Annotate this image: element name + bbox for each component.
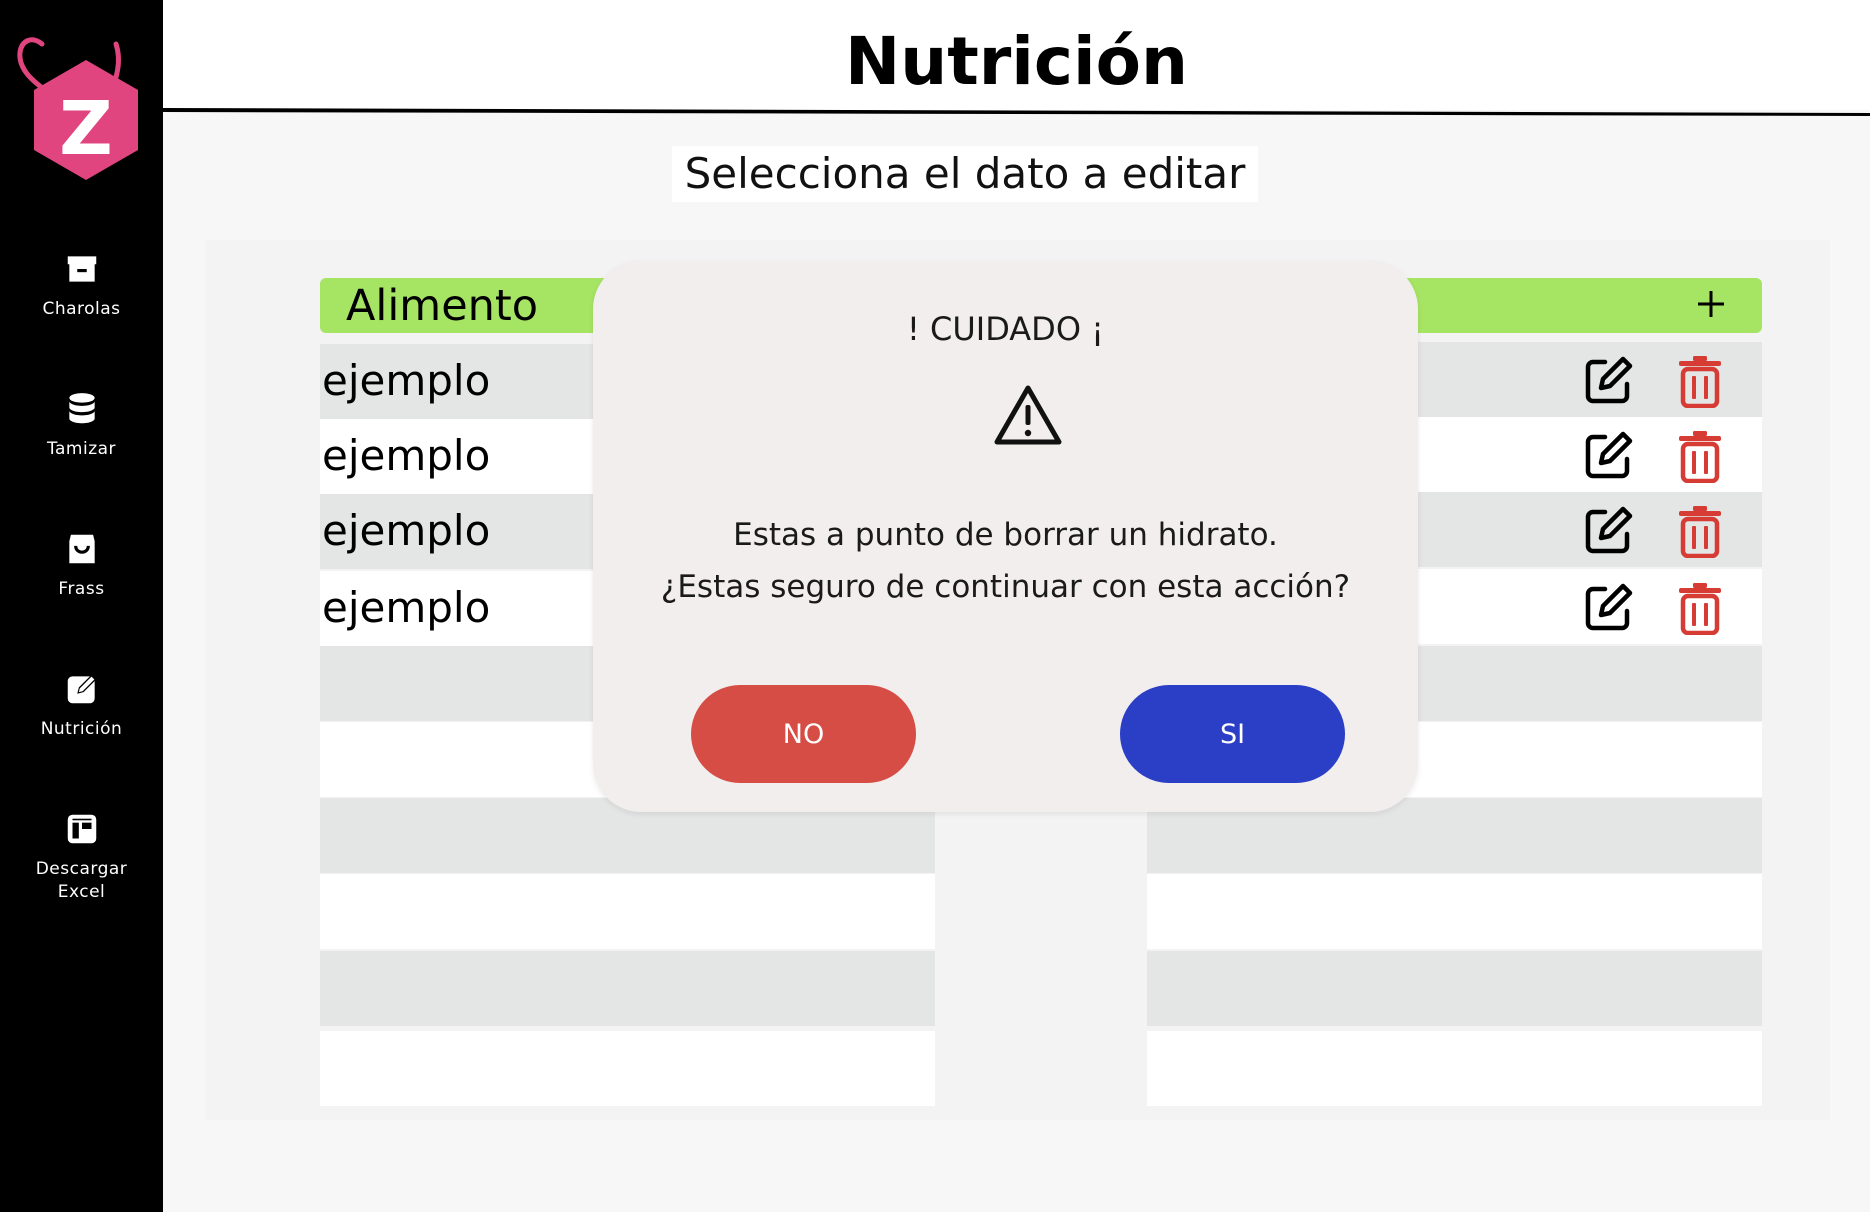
trash-icon[interactable] — [1677, 581, 1723, 635]
sidebar-item-label: Nutrición — [40, 719, 123, 739]
confirm-delete-dialog: ! CUIDADO ¡ Estas a punto de borrar un h… — [593, 261, 1418, 812]
logo-letter: Z — [59, 86, 113, 172]
dialog-message: Estas a punto de borrar un hidrato. ¿Est… — [593, 509, 1418, 613]
add-icon[interactable] — [1694, 287, 1728, 321]
table-row[interactable] — [1147, 1031, 1762, 1106]
sidebar-item-label: Frass — [58, 579, 105, 599]
table-cell: ejemplo — [322, 356, 491, 405]
table-cell: ejemplo — [322, 583, 491, 632]
sidebar-item-label: Descargar Excel — [35, 859, 128, 902]
sidebar-item-descargar-excel[interactable]: Descargar Excel — [0, 810, 163, 904]
sidebar-item-nutricion[interactable]: Nutrición — [0, 670, 163, 741]
app-logo[interactable]: Z — [12, 22, 142, 187]
table-row[interactable] — [320, 951, 935, 1026]
archive-icon — [67, 256, 96, 282]
page-title: Nutrición — [163, 22, 1870, 108]
no-button[interactable]: NO — [691, 685, 916, 783]
edit-icon[interactable] — [1583, 504, 1635, 556]
table-header-label: Alimento — [346, 281, 539, 331]
edit-icon[interactable] — [1583, 581, 1635, 633]
yes-button[interactable]: SI — [1120, 685, 1345, 783]
table-row[interactable] — [320, 874, 935, 949]
sidebar-item-label: Charolas — [42, 299, 121, 319]
table-cell: ejemplo — [322, 506, 491, 555]
sidebar-item-charolas[interactable]: Charolas — [0, 250, 163, 321]
layout-icon — [67, 814, 96, 844]
table-row[interactable] — [320, 1031, 935, 1106]
sidebar-item-label: Tamizar — [46, 439, 117, 459]
edit-square-icon — [67, 674, 96, 704]
trash-icon[interactable] — [1677, 354, 1723, 408]
shopping-bag-icon — [68, 534, 95, 564]
table-row[interactable] — [1147, 874, 1762, 949]
page-subtitle: Selecciona el dato a editar — [672, 146, 1258, 202]
dialog-message-line-2: ¿Estas seguro de continuar con esta acci… — [660, 569, 1351, 605]
table-cell: ejemplo — [322, 431, 491, 480]
sidebar-item-tamizar[interactable]: Tamizar — [0, 390, 163, 461]
database-icon — [68, 393, 95, 424]
edit-icon[interactable] — [1583, 429, 1635, 481]
warning-icon — [994, 385, 1062, 445]
table-row[interactable] — [1147, 951, 1762, 1026]
header-divider — [163, 108, 1870, 116]
trash-icon[interactable] — [1677, 504, 1723, 558]
logo-graphic: Z — [17, 37, 138, 180]
trash-icon[interactable] — [1677, 429, 1723, 483]
dialog-title: ! CUIDADO ¡ — [907, 310, 1104, 348]
sidebar-item-frass[interactable]: Frass — [0, 530, 163, 601]
edit-icon[interactable] — [1583, 354, 1635, 406]
sidebar: Z Charolas Tamizar Frass Nutrición Desca… — [0, 0, 163, 1212]
dialog-message-line-1: Estas a punto de borrar un hidrato. — [733, 517, 1278, 553]
